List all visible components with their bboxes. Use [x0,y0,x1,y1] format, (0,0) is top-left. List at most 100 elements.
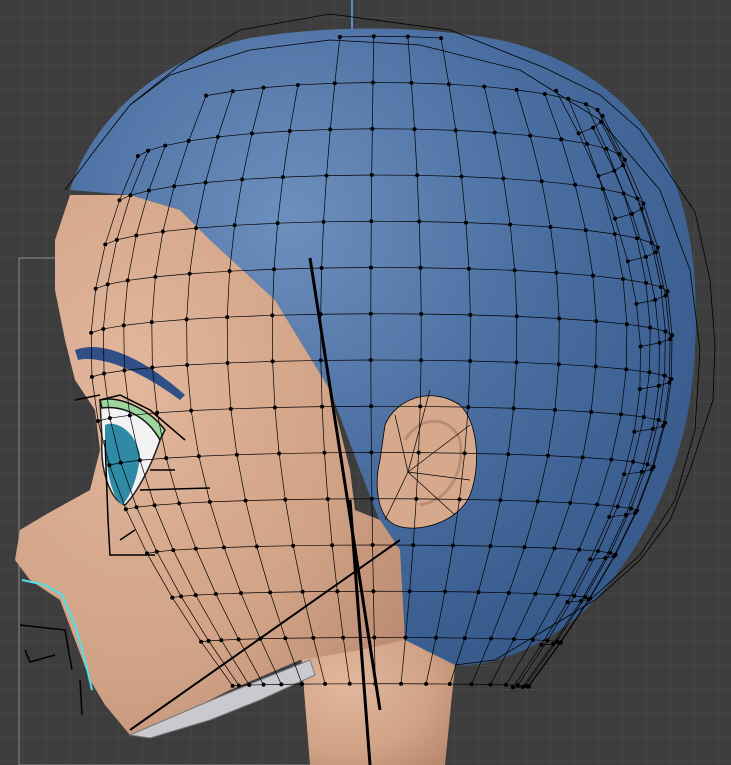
mesh-vertex[interactable] [552,407,557,412]
mesh-vertex[interactable] [270,359,275,364]
mesh-vertex[interactable] [508,222,513,227]
mesh-vertex[interactable] [368,311,373,316]
mesh-vertex[interactable] [103,242,108,247]
mesh-vertex[interactable] [261,682,266,687]
mesh-vertex[interactable] [667,380,672,385]
mesh-vertex[interactable] [515,683,520,688]
mesh-vertex[interactable] [669,377,674,382]
mesh-vertex[interactable] [634,301,639,306]
mesh-vertex[interactable] [594,319,599,324]
mesh-vertex[interactable] [514,314,519,319]
3d-viewport[interactable] [0,0,731,765]
mesh-vertex[interactable] [551,641,556,646]
mesh-vertex[interactable] [656,383,661,388]
mesh-vertex[interactable] [528,133,533,138]
mesh-vertex[interactable] [595,107,600,112]
mesh-vertex[interactable] [412,127,417,132]
mesh-vertex[interactable] [492,130,497,135]
mesh-vertex[interactable] [566,96,571,101]
mesh-vertex[interactable] [552,546,557,551]
mesh-vertex[interactable] [228,406,233,411]
mesh-vertex[interactable] [583,102,588,107]
mesh-vertex[interactable] [649,240,654,245]
mesh-vertex[interactable] [641,415,646,420]
mesh-vertex[interactable] [403,635,408,640]
mesh-vertex[interactable] [150,365,155,370]
mesh-vertex[interactable] [511,406,516,411]
mesh-vertex[interactable] [641,201,646,206]
mesh-vertex[interactable] [405,34,410,39]
mesh-vertex[interactable] [199,639,204,644]
mesh-vertex[interactable] [369,219,374,224]
mesh-vertex[interactable] [238,591,243,596]
mesh-vertex[interactable] [653,297,658,302]
mesh-vertex[interactable] [368,358,373,363]
mesh-vertex[interactable] [621,163,626,168]
mesh-vertex[interactable] [272,405,277,410]
mesh-vertex[interactable] [609,457,614,462]
mesh-vertex[interactable] [134,233,139,238]
mesh-vertex[interactable] [488,682,493,687]
mesh-vertex[interactable] [612,232,617,237]
mesh-vertex[interactable] [153,274,158,279]
mesh-vertex[interactable] [661,423,666,428]
mesh-vertex[interactable] [595,549,600,554]
mesh-vertex[interactable] [459,174,464,179]
mesh-vertex[interactable] [655,245,660,250]
mesh-vertex[interactable] [152,503,157,508]
mesh-vertex[interactable] [619,412,624,417]
mesh-vertex[interactable] [416,450,421,455]
mesh-vertex[interactable] [145,551,150,556]
mesh-vertex[interactable] [635,196,640,201]
mesh-vertex[interactable] [291,543,296,548]
mesh-vertex[interactable] [215,134,220,139]
mesh-vertex[interactable] [322,450,327,455]
mesh-vertex[interactable] [595,502,600,507]
mesh-vertex[interactable] [187,271,192,276]
mesh-vertex[interactable] [617,152,622,157]
mesh-vertex[interactable] [283,497,288,502]
mesh-vertex[interactable] [325,497,330,502]
mesh-vertex[interactable] [466,266,471,271]
mesh-vertex[interactable] [656,417,661,422]
mesh-vertex[interactable] [222,545,227,550]
mesh-vertex[interactable] [633,510,638,515]
mesh-vertex[interactable] [127,413,132,418]
mesh-vertex[interactable] [510,685,515,690]
mesh-vertex[interactable] [615,504,620,509]
mesh-vertex[interactable] [123,507,128,512]
mesh-vertex[interactable] [258,636,263,641]
mesh-vertex[interactable] [204,93,209,98]
mesh-vertex[interactable] [300,682,305,687]
mesh-vertex[interactable] [638,344,643,349]
mesh-vertex[interactable] [557,641,562,646]
mesh-vertex[interactable] [526,684,531,689]
mesh-vertex[interactable] [433,635,438,640]
mesh-vertex[interactable] [164,456,169,461]
mesh-vertex[interactable] [545,638,550,643]
mesh-vertex[interactable] [341,635,346,640]
mesh-vertex[interactable] [469,682,474,687]
mesh-vertex[interactable] [603,555,608,560]
mesh-vertex[interactable] [128,193,133,198]
mesh-vertex[interactable] [577,547,582,552]
mesh-vertex[interactable] [185,362,190,367]
mesh-vertex[interactable] [189,408,194,413]
mesh-vertex[interactable] [662,373,667,378]
mesh-vertex[interactable] [545,453,550,458]
mesh-vertex[interactable] [649,467,654,472]
mesh-vertex[interactable] [590,125,595,130]
mesh-vertex[interactable] [446,82,451,87]
mesh-vertex[interactable] [637,387,642,392]
mesh-vertex[interactable] [612,168,617,173]
mesh-vertex[interactable] [650,426,655,431]
mesh-vertex[interactable] [639,469,644,474]
mesh-vertex[interactable] [160,229,165,234]
mesh-vertex[interactable] [121,323,126,328]
mesh-vertex[interactable] [369,404,374,409]
mesh-vertex[interactable] [193,593,198,598]
mesh-vertex[interactable] [663,329,668,334]
mesh-vertex[interactable] [230,683,235,688]
mesh-vertex[interactable] [89,374,94,379]
mesh-vertex[interactable] [414,496,419,501]
